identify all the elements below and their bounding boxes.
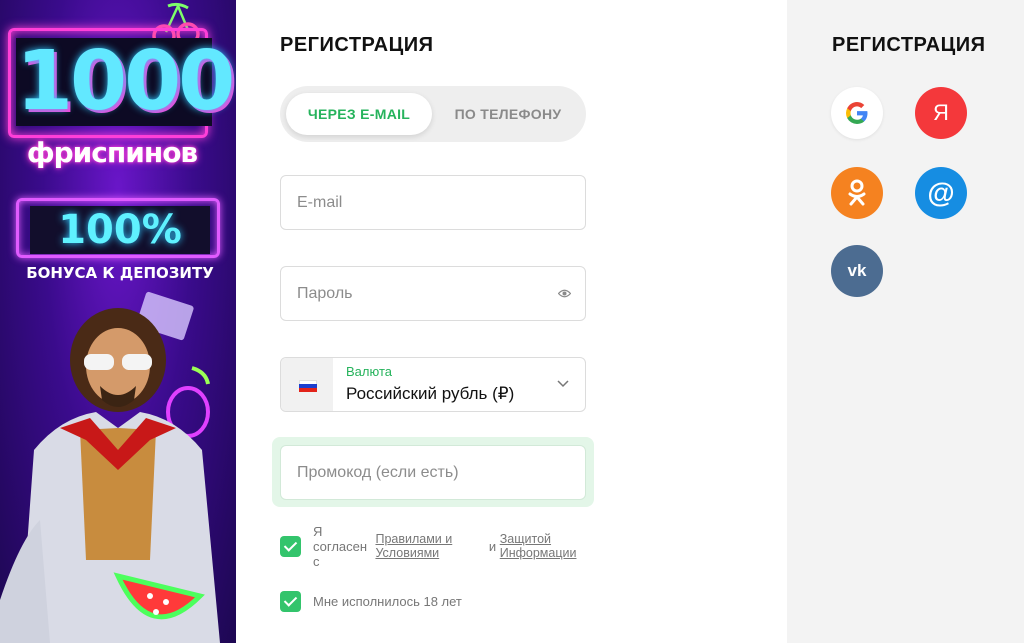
chevron-down-icon [557,380,569,388]
tab-email[interactable]: ЧЕРЕЗ E-MAIL [286,93,432,135]
vk-login-button[interactable]: vk [831,245,883,297]
terms-text: Я согласен с [313,523,368,569]
vk-icon: vk [847,261,867,280]
promo-field-wrapper [280,445,586,500]
terms-checkbox[interactable] [280,535,301,557]
social-title: РЕГИСТРАЦИЯ [832,34,986,56]
form-title: РЕГИСТРАЦИЯ [280,34,434,56]
promo-code-field[interactable] [297,446,547,499]
password-field[interactable] [297,267,547,320]
email-field[interactable] [297,176,547,229]
watermelon-icon [113,572,205,620]
terms-agreement-row: Я согласен с Правилами и Условиями и Защ… [280,524,600,569]
bonus-label: БОНУСА К ДЕПОЗИТУ [26,264,214,282]
age-checkbox[interactable] [280,590,301,612]
promo-banner[interactable]: 1000 фриспинов 100% БОНУСА К ДЕПОЗИТУ [0,0,236,643]
odnoklassniki-icon [848,179,866,206]
password-field-wrapper [280,266,586,321]
terms-and: и [488,538,497,554]
social-registration-panel: РЕГИСТРАЦИЯ Я @ vk [787,0,1024,643]
currency-label: Валюта [346,364,392,379]
rules-link[interactable]: Правилами и Условиями [375,532,485,560]
yandex-login-button[interactable]: Я [915,87,967,139]
freespins-number: 1000 [16,34,235,129]
freespins-label: фриспинов [26,136,198,169]
tab-phone[interactable]: ПО ТЕЛЕФОНУ [438,93,578,135]
mailru-login-button[interactable]: @ [915,167,967,219]
google-icon [846,102,868,125]
mailru-icon: @ [927,177,955,208]
bonus-percent: 100% [30,206,210,254]
show-password-icon[interactable] [558,288,571,299]
email-field-wrapper [280,175,586,230]
yandex-icon: Я [933,100,949,125]
privacy-link[interactable]: Защитой Информации [500,532,600,560]
age-confirm-row: Мне исполнилось 18 лет [280,590,462,612]
flag-container [281,358,333,411]
currency-select[interactable]: Валюта Российский рубль (₽) [280,357,586,412]
age-text: Мне исполнилось 18 лет [313,593,462,609]
google-login-button[interactable] [831,87,883,139]
russia-flag-icon [299,380,317,392]
odnoklassniki-login-button[interactable] [831,167,883,219]
registration-method-tabs: ЧЕРЕЗ E-MAIL ПО ТЕЛЕФОНУ [280,86,586,142]
currency-value: Российский рубль (₽) [346,384,515,403]
